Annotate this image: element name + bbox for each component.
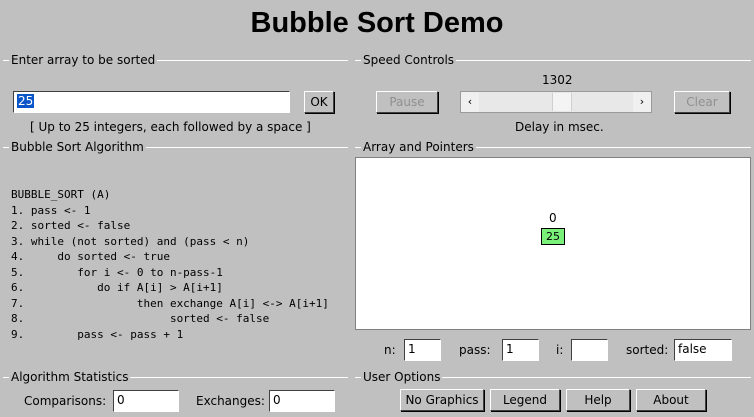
comparisons-field[interactable]: 0 (113, 390, 179, 412)
array-canvas: 0 25 (355, 157, 751, 330)
pause-button[interactable]: Pause (376, 91, 438, 113)
code-line: BUBBLE_SORT (A) (11, 188, 111, 201)
page-title: Bubble Sort Demo (250, 7, 504, 39)
code-line: 6. do if A[i] > A[i+1] (11, 281, 223, 294)
slider-right-arrow-icon[interactable]: › (633, 92, 651, 112)
pass-label: pass: (459, 343, 491, 357)
delay-caption: Delay in msec. (515, 120, 604, 134)
user-options-legend: User Options (361, 370, 443, 385)
delay-value: 1302 (542, 73, 573, 87)
code-line: 5. for i <- 0 to n-pass-1 (11, 265, 223, 279)
algorithm-legend: Bubble Sort Algorithm (9, 140, 146, 155)
sorted-label: sorted: (626, 343, 669, 357)
code-line: 3. while (not sorted) and (pass < n) (11, 234, 250, 248)
array-input-value: 25 (17, 94, 35, 108)
ok-button[interactable]: OK (304, 91, 334, 113)
slider-left-arrow-icon[interactable]: ‹ (461, 92, 479, 112)
about-button[interactable]: About (636, 389, 706, 411)
i-label: i: (556, 343, 564, 357)
help-button[interactable]: Help (566, 389, 630, 411)
pass-field[interactable]: 1 (502, 339, 539, 361)
code-line: 1. pass <- 1 (11, 203, 91, 217)
array-pointers-legend: Array and Pointers (361, 140, 476, 155)
array-input[interactable]: 25 (13, 91, 290, 113)
array-index-label: 0 (549, 211, 557, 225)
algorithm-pseudocode: BUBBLE_SORT (A) 1. pass <- 1 2. sorted <… (11, 187, 329, 342)
code-line: 8. sorted <- false (11, 312, 270, 325)
clear-button[interactable]: Clear (674, 91, 730, 113)
exchanges-label: Exchanges: (196, 394, 265, 408)
speed-slider[interactable]: ‹ › (460, 91, 652, 113)
n-label: n: (384, 343, 396, 357)
code-line: 7. then exchange A[i] <-> A[i+1] (11, 296, 329, 310)
code-line: 4. do sorted <- true (11, 250, 170, 263)
input-hint: [ Up to 25 integers, each followed by a … (30, 120, 311, 134)
speed-controls-legend: Speed Controls (361, 53, 457, 68)
statistics-legend: Algorithm Statistics (9, 370, 131, 385)
i-field[interactable] (571, 339, 608, 361)
exchanges-field[interactable]: 0 (269, 390, 335, 412)
sorted-field[interactable]: false (674, 339, 732, 361)
input-group-legend: Enter array to be sorted (9, 53, 158, 68)
slider-thumb[interactable] (552, 93, 573, 111)
n-field[interactable]: 1 (404, 339, 441, 361)
no-graphics-button[interactable]: No Graphics (400, 389, 484, 411)
comparisons-label: Comparisons: (24, 394, 107, 408)
code-line: 9. pass <- pass + 1 (11, 327, 184, 341)
array-cell: 25 (541, 228, 565, 245)
code-line: 2. sorted <- false (11, 219, 131, 232)
legend-button[interactable]: Legend (490, 389, 560, 411)
